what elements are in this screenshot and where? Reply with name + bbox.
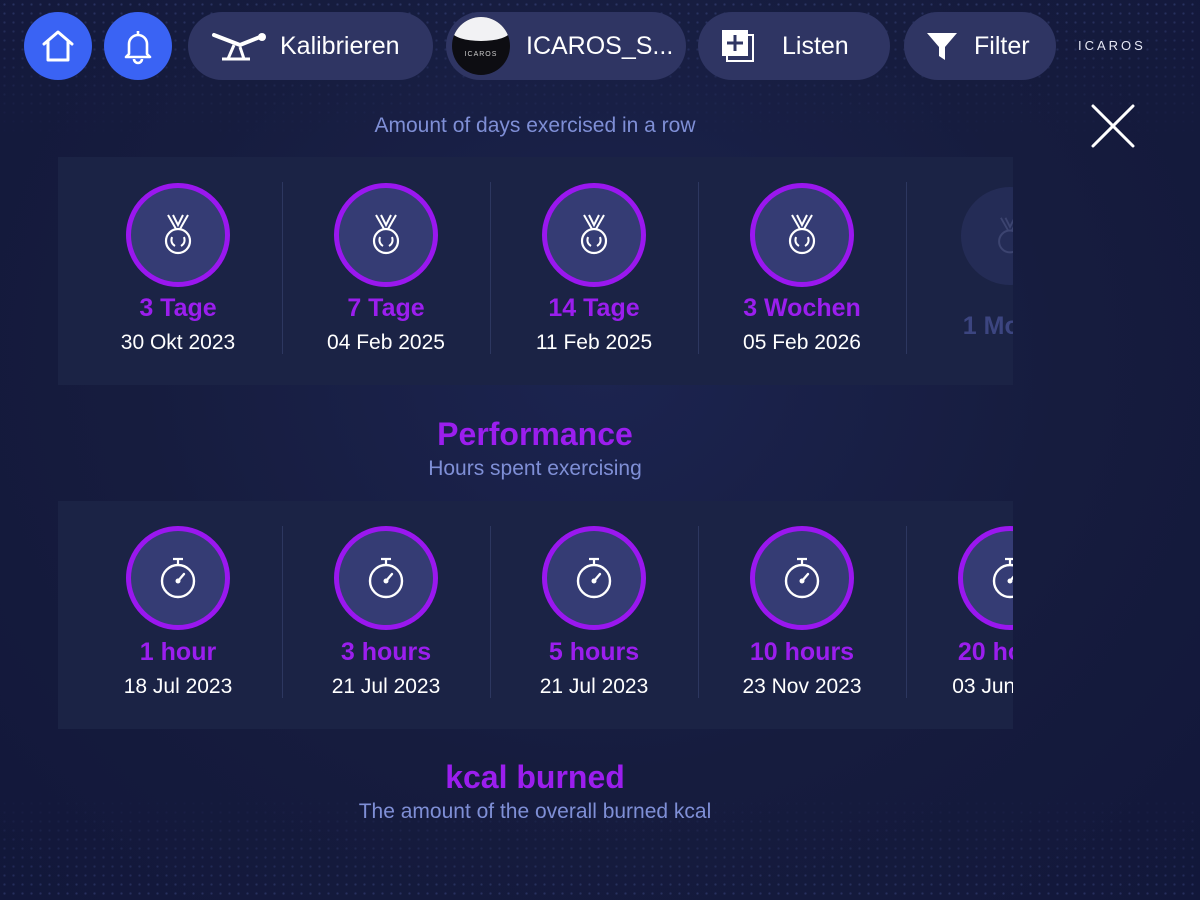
notifications-button[interactable] — [104, 12, 172, 80]
medal-icon — [788, 214, 816, 255]
streak-card-locked[interactable]: 1 Monat — [906, 157, 1013, 385]
streak-card[interactable]: 14 Tage 11 Feb 2025 — [490, 157, 698, 385]
stopwatch-badge — [126, 526, 230, 630]
performance-panel[interactable]: 1 hour 18 Jul 2023 3 hours 21 Jul 2023 5… — [58, 501, 1013, 729]
stopwatch-icon — [160, 557, 196, 599]
streak-card[interactable]: 3 Wochen 05 Feb 2026 — [698, 157, 906, 385]
streak-date: 05 Feb 2026 — [743, 331, 861, 354]
medal-badge — [334, 183, 438, 287]
home-button[interactable] — [24, 12, 92, 80]
performance-subtitle: Hours spent exercising — [428, 457, 642, 480]
icaros-logo: ICAROS — [1078, 38, 1146, 53]
streak-subtitle: Amount of days exercised in a row — [374, 114, 696, 137]
performance-card[interactable]: 10 hours 23 Nov 2023 — [698, 501, 906, 729]
kcal-subtitle: The amount of the overall burned kcal — [358, 800, 712, 823]
medal-icon — [164, 214, 192, 255]
profile-label: ICAROS_S... — [526, 31, 674, 60]
performance-label: 3 hours — [340, 638, 432, 666]
stopwatch-badge — [542, 526, 646, 630]
performance-label: 1 hour — [139, 638, 217, 666]
medal-badge — [542, 183, 646, 287]
medal-badge — [961, 187, 1013, 285]
add-list-icon — [720, 28, 756, 64]
filter-label: Filter — [974, 31, 1030, 60]
streak-label: 3 Wochen — [743, 294, 861, 322]
medal-badge — [126, 183, 230, 287]
streak-card[interactable]: 3 Tage 30 Okt 2023 — [74, 157, 282, 385]
streak-date: 04 Feb 2025 — [327, 331, 445, 354]
performance-date: 18 Jul 2023 — [123, 675, 233, 698]
lists-label: Listen — [782, 31, 849, 60]
streak-date: 30 Okt 2023 — [120, 331, 236, 354]
stopwatch-icon — [992, 557, 1013, 599]
medal-badge — [750, 183, 854, 287]
bell-icon — [124, 31, 152, 65]
close-icon[interactable] — [1089, 102, 1137, 150]
performance-date: 23 Nov 2023 — [742, 675, 862, 698]
performance-label: 5 hours — [548, 638, 640, 666]
performance-label: 20 hours — [957, 638, 1013, 666]
filter-button[interactable]: Filter — [904, 12, 1056, 80]
medal-icon — [372, 214, 400, 255]
stopwatch-badge — [750, 526, 854, 630]
stopwatch-icon — [576, 557, 612, 599]
stopwatch-icon — [368, 557, 404, 599]
performance-title: Performance — [437, 416, 633, 452]
profile-button[interactable]: ICAROS ICAROS_S... — [446, 12, 686, 80]
kcal-title: kcal burned — [445, 759, 625, 795]
calibrate-button[interactable]: Kalibrieren — [188, 12, 433, 80]
home-icon — [42, 30, 74, 62]
lists-button[interactable]: Listen — [698, 12, 890, 80]
filter-icon — [924, 29, 960, 63]
profile-avatar: ICAROS — [452, 17, 510, 75]
stopwatch-icon — [784, 557, 820, 599]
medal-icon — [998, 217, 1013, 254]
streak-label: 3 Tage — [139, 294, 217, 322]
streak-panel[interactable]: 3 Tage 30 Okt 2023 7 Tage 04 Feb 2025 14… — [58, 157, 1013, 385]
streak-date: 11 Feb 2025 — [535, 331, 653, 354]
performance-date: 21 Jul 2023 — [539, 675, 649, 698]
performance-card[interactable]: 20 hours 03 Jun 2024 — [906, 501, 1013, 729]
streak-label: 1 Monat — [962, 312, 1013, 340]
calibrate-label: Kalibrieren — [280, 31, 400, 60]
performance-date: 21 Jul 2023 — [331, 675, 441, 698]
streak-card[interactable]: 7 Tage 04 Feb 2025 — [282, 157, 490, 385]
stopwatch-badge — [334, 526, 438, 630]
profile-logo-text: ICAROS — [464, 51, 498, 58]
performance-date: 03 Jun 2024 — [952, 675, 1013, 698]
performance-card[interactable]: 1 hour 18 Jul 2023 — [74, 501, 282, 729]
streak-label: 14 Tage — [548, 294, 640, 322]
performance-card[interactable]: 3 hours 21 Jul 2023 — [282, 501, 490, 729]
medal-icon — [580, 214, 608, 255]
stopwatch-badge — [958, 526, 1013, 630]
performance-label: 10 hours — [749, 638, 855, 666]
flying-person-icon — [210, 29, 266, 63]
streak-label: 7 Tage — [347, 294, 425, 322]
performance-card[interactable]: 5 hours 21 Jul 2023 — [490, 501, 698, 729]
